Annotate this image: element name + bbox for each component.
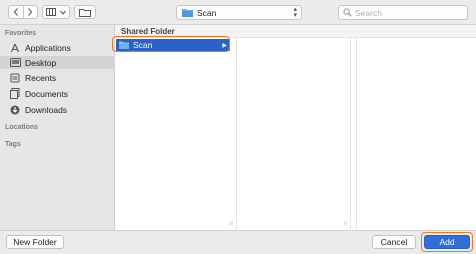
navigation-buttons xyxy=(8,5,38,19)
desktop-icon xyxy=(9,58,21,68)
locations-heading: Locations xyxy=(5,124,39,131)
sidebar-item-label: Documents xyxy=(25,88,68,99)
sidebar-item-label: Downloads xyxy=(25,104,68,115)
recents-icon xyxy=(9,73,21,83)
back-button[interactable] xyxy=(8,5,24,19)
downloads-icon xyxy=(9,105,21,115)
sidebar-item-label: Applications xyxy=(25,42,71,53)
column-browser: Shared Folder Scan ▶ ॥ ॥ xyxy=(115,25,476,230)
sidebar-item-documents[interactable]: Documents xyxy=(4,87,114,100)
new-folder-button[interactable]: New Folder xyxy=(6,235,64,249)
sidebar-item-label: Desktop xyxy=(25,57,57,68)
favorites-heading: Favorites xyxy=(5,30,37,37)
search-field[interactable]: Search xyxy=(338,5,468,20)
sidebar-item-applications[interactable]: Applications xyxy=(4,41,114,54)
folder-icon xyxy=(182,9,193,17)
column-resize-handle[interactable]: ॥ xyxy=(343,219,347,227)
column-view-icon xyxy=(46,8,56,16)
highlight-add-button xyxy=(421,232,473,252)
sidebar-item-downloads[interactable]: Downloads xyxy=(4,103,114,116)
sidebar-item-label: Recents xyxy=(25,72,57,83)
applications-icon xyxy=(9,43,21,53)
toolbar: Scan ▴ ▾ Search xyxy=(0,0,476,25)
new-folder-toolbar-button[interactable] xyxy=(74,5,96,19)
chevron-down-icon xyxy=(60,10,66,15)
sidebar-item-recents[interactable]: Recents xyxy=(4,71,114,84)
forward-button[interactable] xyxy=(23,5,38,19)
highlight-scan-item xyxy=(112,36,230,52)
location-value: Scan xyxy=(197,7,217,18)
browser-column-1[interactable]: Scan ▶ ॥ xyxy=(115,38,237,230)
chevron-right-icon xyxy=(28,8,33,16)
browser-column-3[interactable] xyxy=(351,38,357,230)
view-mode-button[interactable] xyxy=(42,5,70,19)
column-resize-handle[interactable]: ॥ xyxy=(229,219,233,227)
bottom-bar: New Folder Cancel Add xyxy=(0,230,476,254)
location-popup[interactable]: Scan ▴ ▾ xyxy=(176,5,302,20)
tags-heading: Tags xyxy=(5,141,21,148)
search-icon xyxy=(343,8,352,17)
browser-column-2[interactable]: ॥ xyxy=(237,38,351,230)
sidebar: Favorites Applications Desktop Recents D… xyxy=(0,25,115,230)
new-folder-icon xyxy=(79,8,91,17)
sidebar-item-desktop[interactable]: Desktop xyxy=(0,56,115,69)
cancel-button[interactable]: Cancel xyxy=(372,235,416,249)
chevron-left-icon xyxy=(13,8,18,16)
documents-icon xyxy=(9,88,21,99)
search-placeholder: Search xyxy=(355,7,382,18)
up-down-arrows-icon: ▴ ▾ xyxy=(293,6,297,19)
